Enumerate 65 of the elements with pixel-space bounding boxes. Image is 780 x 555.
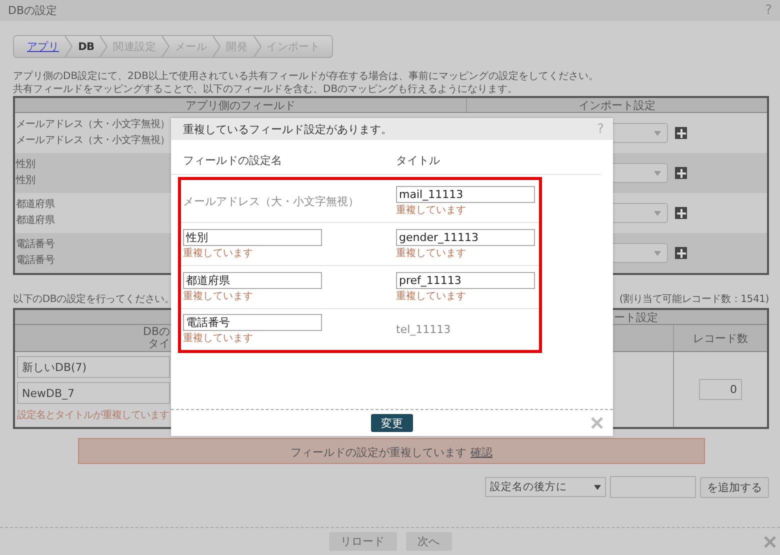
error-text: 重複しています xyxy=(396,246,467,260)
field-name: メールアドレス（大・小文字無視） xyxy=(16,134,170,148)
db-name-field[interactable]: 新しいDB(7) xyxy=(17,356,170,378)
add-button[interactable] xyxy=(675,167,687,179)
error-text: 重複しています xyxy=(183,332,254,345)
close-icon[interactable] xyxy=(764,536,776,548)
position-select[interactable]: 設定名の後方に xyxy=(485,477,606,497)
dropdown-arrow-icon xyxy=(654,170,661,176)
field-name: 性別 xyxy=(16,158,36,172)
text-field[interactable]: pref_11113 xyxy=(396,272,535,288)
text-field[interactable]: 性別 xyxy=(183,228,322,246)
window-title: DBの設定 xyxy=(8,3,58,18)
text-field[interactable]: 電話番号 xyxy=(183,314,322,331)
error-text: 設定名とタイトルが重複しています xyxy=(17,408,169,422)
text-field[interactable]: 都道府県 xyxy=(183,272,322,288)
column-header: DBの xyxy=(142,326,170,338)
description-text: アプリ側のDB設定にて、2DB以上で使用されている共有フィールドが存在する場合は、事前にマッピングの設定をしてください。 xyxy=(13,70,600,83)
change-button[interactable]: 変更 xyxy=(371,414,413,432)
error-text: 重複しています xyxy=(396,290,467,302)
dropdown-arrow-icon xyxy=(654,250,661,256)
close-icon[interactable] xyxy=(591,417,603,429)
field-name: 都道府県 xyxy=(16,198,54,212)
column-header: レコード数 xyxy=(673,325,767,351)
column-header: フィールドの設定名 xyxy=(183,153,283,168)
dropdown-arrow-icon xyxy=(654,130,661,136)
confirm-link[interactable]: 確認 xyxy=(470,445,492,460)
field-text: メールアドレス（大・小文字無視） xyxy=(183,194,360,208)
column-header: タイトル xyxy=(396,153,441,168)
column-header: アプリ側のフィールド xyxy=(184,98,296,112)
add-button[interactable] xyxy=(675,127,687,139)
dropdown-arrow-icon xyxy=(594,484,601,490)
db-title-field[interactable]: NewDB_7 xyxy=(17,382,170,404)
field-name: 電話番号 xyxy=(16,238,54,252)
add-button[interactable] xyxy=(675,247,687,259)
add-button[interactable]: を追加する xyxy=(700,476,769,498)
dropdown-arrow-icon xyxy=(654,210,661,216)
footer-button[interactable]: 次へ xyxy=(406,532,452,551)
footer-button[interactable]: リロード xyxy=(328,532,396,551)
breadcrumb-step[interactable]: DB xyxy=(78,40,94,52)
column-header: ート設定 xyxy=(614,310,658,324)
text-field[interactable]: gender_11113 xyxy=(396,228,535,246)
error-message: フィールドの設定が重複しています xyxy=(290,445,466,460)
record-count-text: (割り当て可能レコード数：1541) xyxy=(619,292,769,306)
breadcrumb-step[interactable]: アプリ xyxy=(27,40,60,54)
field-name: 都道府県 xyxy=(16,214,54,228)
count-field[interactable] xyxy=(610,476,696,498)
field-name: メールアドレス（大・小文字無視） xyxy=(16,118,170,132)
field-name: 電話番号 xyxy=(16,254,54,268)
column-header: インポート設定 xyxy=(466,98,767,112)
field-name: 性別 xyxy=(16,174,36,188)
field-select[interactable] xyxy=(613,163,668,183)
description-text: 共有フィールドをマッピングすることで、以下のフィールドを含む、DBのマッピングも行えるようになります。 xyxy=(13,83,519,96)
add-button[interactable] xyxy=(675,207,687,219)
error-text: 重複しています xyxy=(183,290,254,302)
error-text: 重複しています xyxy=(396,204,467,216)
text-field[interactable]: mail_11113 xyxy=(396,186,535,202)
column-header: タイ xyxy=(147,338,170,350)
dialog-title: 重複しているフィールド設定があります。 xyxy=(183,122,392,136)
field-select[interactable] xyxy=(613,123,668,143)
field-select[interactable] xyxy=(613,243,668,263)
instruction-text: 以下のDBの設定を行ってください。 xyxy=(13,292,174,306)
record-count-field[interactable]: 0 xyxy=(699,379,742,400)
field-select[interactable] xyxy=(613,203,668,223)
error-text: 重複しています xyxy=(183,246,254,260)
field-text: tel_11113 xyxy=(396,323,452,336)
